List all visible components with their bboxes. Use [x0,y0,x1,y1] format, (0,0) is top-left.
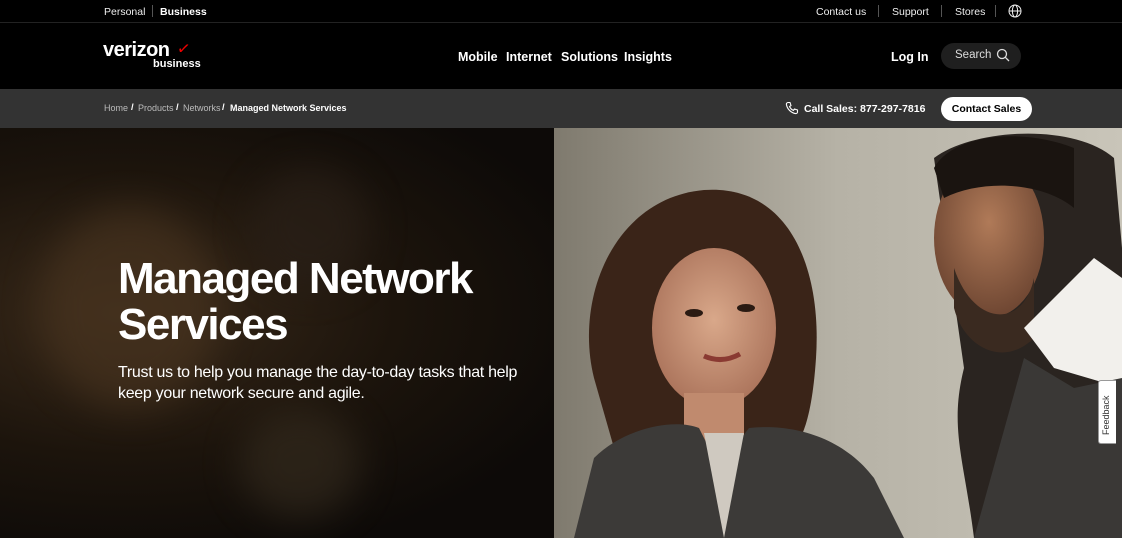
breadcrumb-products[interactable]: Products [138,103,174,113]
contact-us-link[interactable]: Contact us [816,6,866,18]
logo-check-icon: ✓ [175,40,192,59]
breadcrumb-current: Managed Network Services [230,103,347,113]
nav-solutions[interactable]: Solutions [561,50,618,64]
segment-personal[interactable]: Personal [104,6,145,18]
hero-photo [554,128,1122,538]
segment-business[interactable]: Business [160,6,207,18]
nav-internet[interactable]: Internet [506,50,552,64]
logo-subtext: business [153,58,201,70]
breadcrumb-networks[interactable]: Networks [183,103,221,113]
breadcrumb-separator: / [222,102,225,113]
feedback-tab[interactable]: Feedback [1098,380,1116,444]
breadcrumb-separator: / [176,102,179,113]
nav-mobile[interactable]: Mobile [458,50,498,64]
search-label: Search [955,49,992,61]
utility-bar: Personal Business Contact us Support Sto… [0,0,1122,23]
call-sales-link[interactable]: Call Sales: 877-297-7816 [804,103,925,115]
feedback-label: Feedback [1101,395,1111,435]
breadcrumb-bar: Home / Products / Networks / Managed Net… [0,89,1122,128]
hero-subtitle: Trust us to help you manage the day-to-d… [118,364,518,402]
search-icon [996,48,1010,62]
login-link[interactable]: Log In [891,50,929,64]
divider [878,5,879,17]
divider [941,5,942,17]
divider [152,5,153,17]
search-button[interactable]: Search [941,43,1021,69]
hero-title: Managed Network Services [118,254,474,349]
globe-icon[interactable] [1008,4,1022,18]
verizon-business-logo[interactable]: verizon ✓ business [103,39,213,73]
support-link[interactable]: Support [892,6,929,18]
background-blur [240,408,360,518]
contact-sales-button[interactable]: Contact Sales [941,97,1032,121]
nav-insights[interactable]: Insights [624,50,672,64]
hero-section: Managed Network Services Trust us to hel… [0,128,1122,538]
people-photo-illustration [554,128,1122,538]
divider [995,5,996,17]
stores-link[interactable]: Stores [955,6,985,18]
phone-icon [785,101,799,115]
main-header: verizon ✓ business Mobile Internet Solut… [0,23,1122,89]
breadcrumb-home[interactable]: Home [104,103,128,113]
breadcrumb-separator: / [131,102,134,113]
